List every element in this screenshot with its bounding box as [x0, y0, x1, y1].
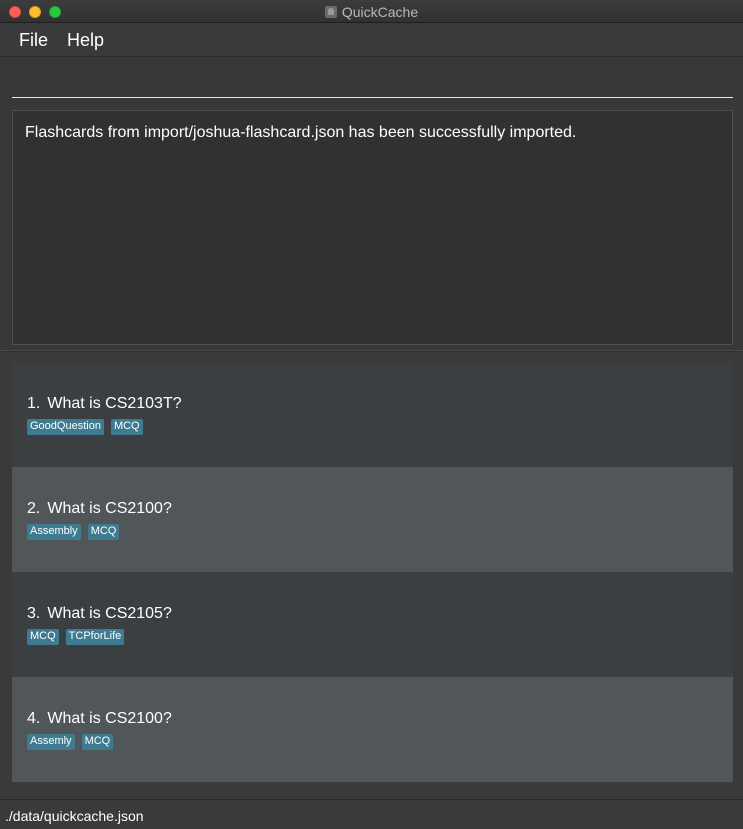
- flashcard-question: 1. What is CS2103T?: [27, 395, 182, 413]
- tag-label: Assemly: [27, 734, 75, 750]
- flashcard-question: 4. What is CS2100?: [27, 710, 172, 728]
- flashcard-tags: Assemly MCQ: [27, 734, 114, 750]
- tag-label: GoodQuestion: [27, 419, 104, 435]
- flashcard-index: 4.: [27, 710, 41, 727]
- flashcard-tags: Assembly MCQ: [27, 524, 120, 540]
- flashcard-question: 2. What is CS2100?: [27, 500, 172, 518]
- flashcard-question-text: What is CS2103T?: [47, 395, 182, 412]
- flashcard-list[interactable]: 1. What is CS2103T? GoodQuestion MCQ 2. Wh…: [0, 352, 743, 799]
- flashcard-item[interactable]: 4. What is CS2100? Assemly MCQ: [12, 677, 733, 782]
- tag-label: Assembly: [27, 524, 81, 540]
- menu-bar: File Help: [0, 23, 743, 57]
- status-file-path: ./data/quickcache.json: [5, 808, 144, 824]
- flashcard-tags: GoodQuestion MCQ: [27, 419, 143, 435]
- flashcard-tags: MCQ TCPforLife: [27, 629, 125, 645]
- window-title-text: QuickCache: [341, 4, 419, 20]
- tag-label: MCQ: [110, 419, 143, 435]
- flashcard-item[interactable]: 3. What is CS2105? MCQ TCPforLife: [12, 572, 733, 677]
- flashcard-question-text: What is CS2105?: [47, 605, 172, 622]
- status-bar: ./data/quickcache.json: [0, 799, 743, 829]
- flashcard-question: 3. What is CS2105?: [27, 605, 172, 623]
- menu-help[interactable]: Help: [67, 30, 104, 51]
- title-bar: QuickCache: [0, 0, 743, 23]
- menu-file[interactable]: File: [19, 30, 48, 51]
- flashcard-index: 3.: [27, 605, 41, 622]
- command-box: [0, 57, 743, 105]
- flashcard-index: 1.: [27, 395, 41, 412]
- tag-label: MCQ: [81, 734, 114, 750]
- flashcard-question-text: What is CS2100?: [47, 500, 172, 517]
- tag-label: TCPforLife: [65, 629, 125, 645]
- tag-label: MCQ: [27, 629, 59, 645]
- window-title: QuickCache: [0, 4, 743, 20]
- tag-label: MCQ: [87, 524, 120, 540]
- result-message: Flashcards from import/joshua-flashcard.…: [25, 124, 577, 141]
- result-display-panel: Flashcards from import/joshua-flashcard.…: [0, 105, 743, 350]
- flashcard-item[interactable]: 1. What is CS2103T? GoodQuestion MCQ: [12, 362, 733, 467]
- command-input[interactable]: [12, 57, 733, 98]
- flashcard-item[interactable]: 2. What is CS2100? Assembly MCQ: [12, 467, 733, 572]
- result-display[interactable]: Flashcards from import/joshua-flashcard.…: [12, 110, 733, 345]
- flashcard-question-text: What is CS2100?: [47, 710, 172, 727]
- flashcard-index: 2.: [27, 500, 41, 517]
- app-icon: [324, 6, 337, 18]
